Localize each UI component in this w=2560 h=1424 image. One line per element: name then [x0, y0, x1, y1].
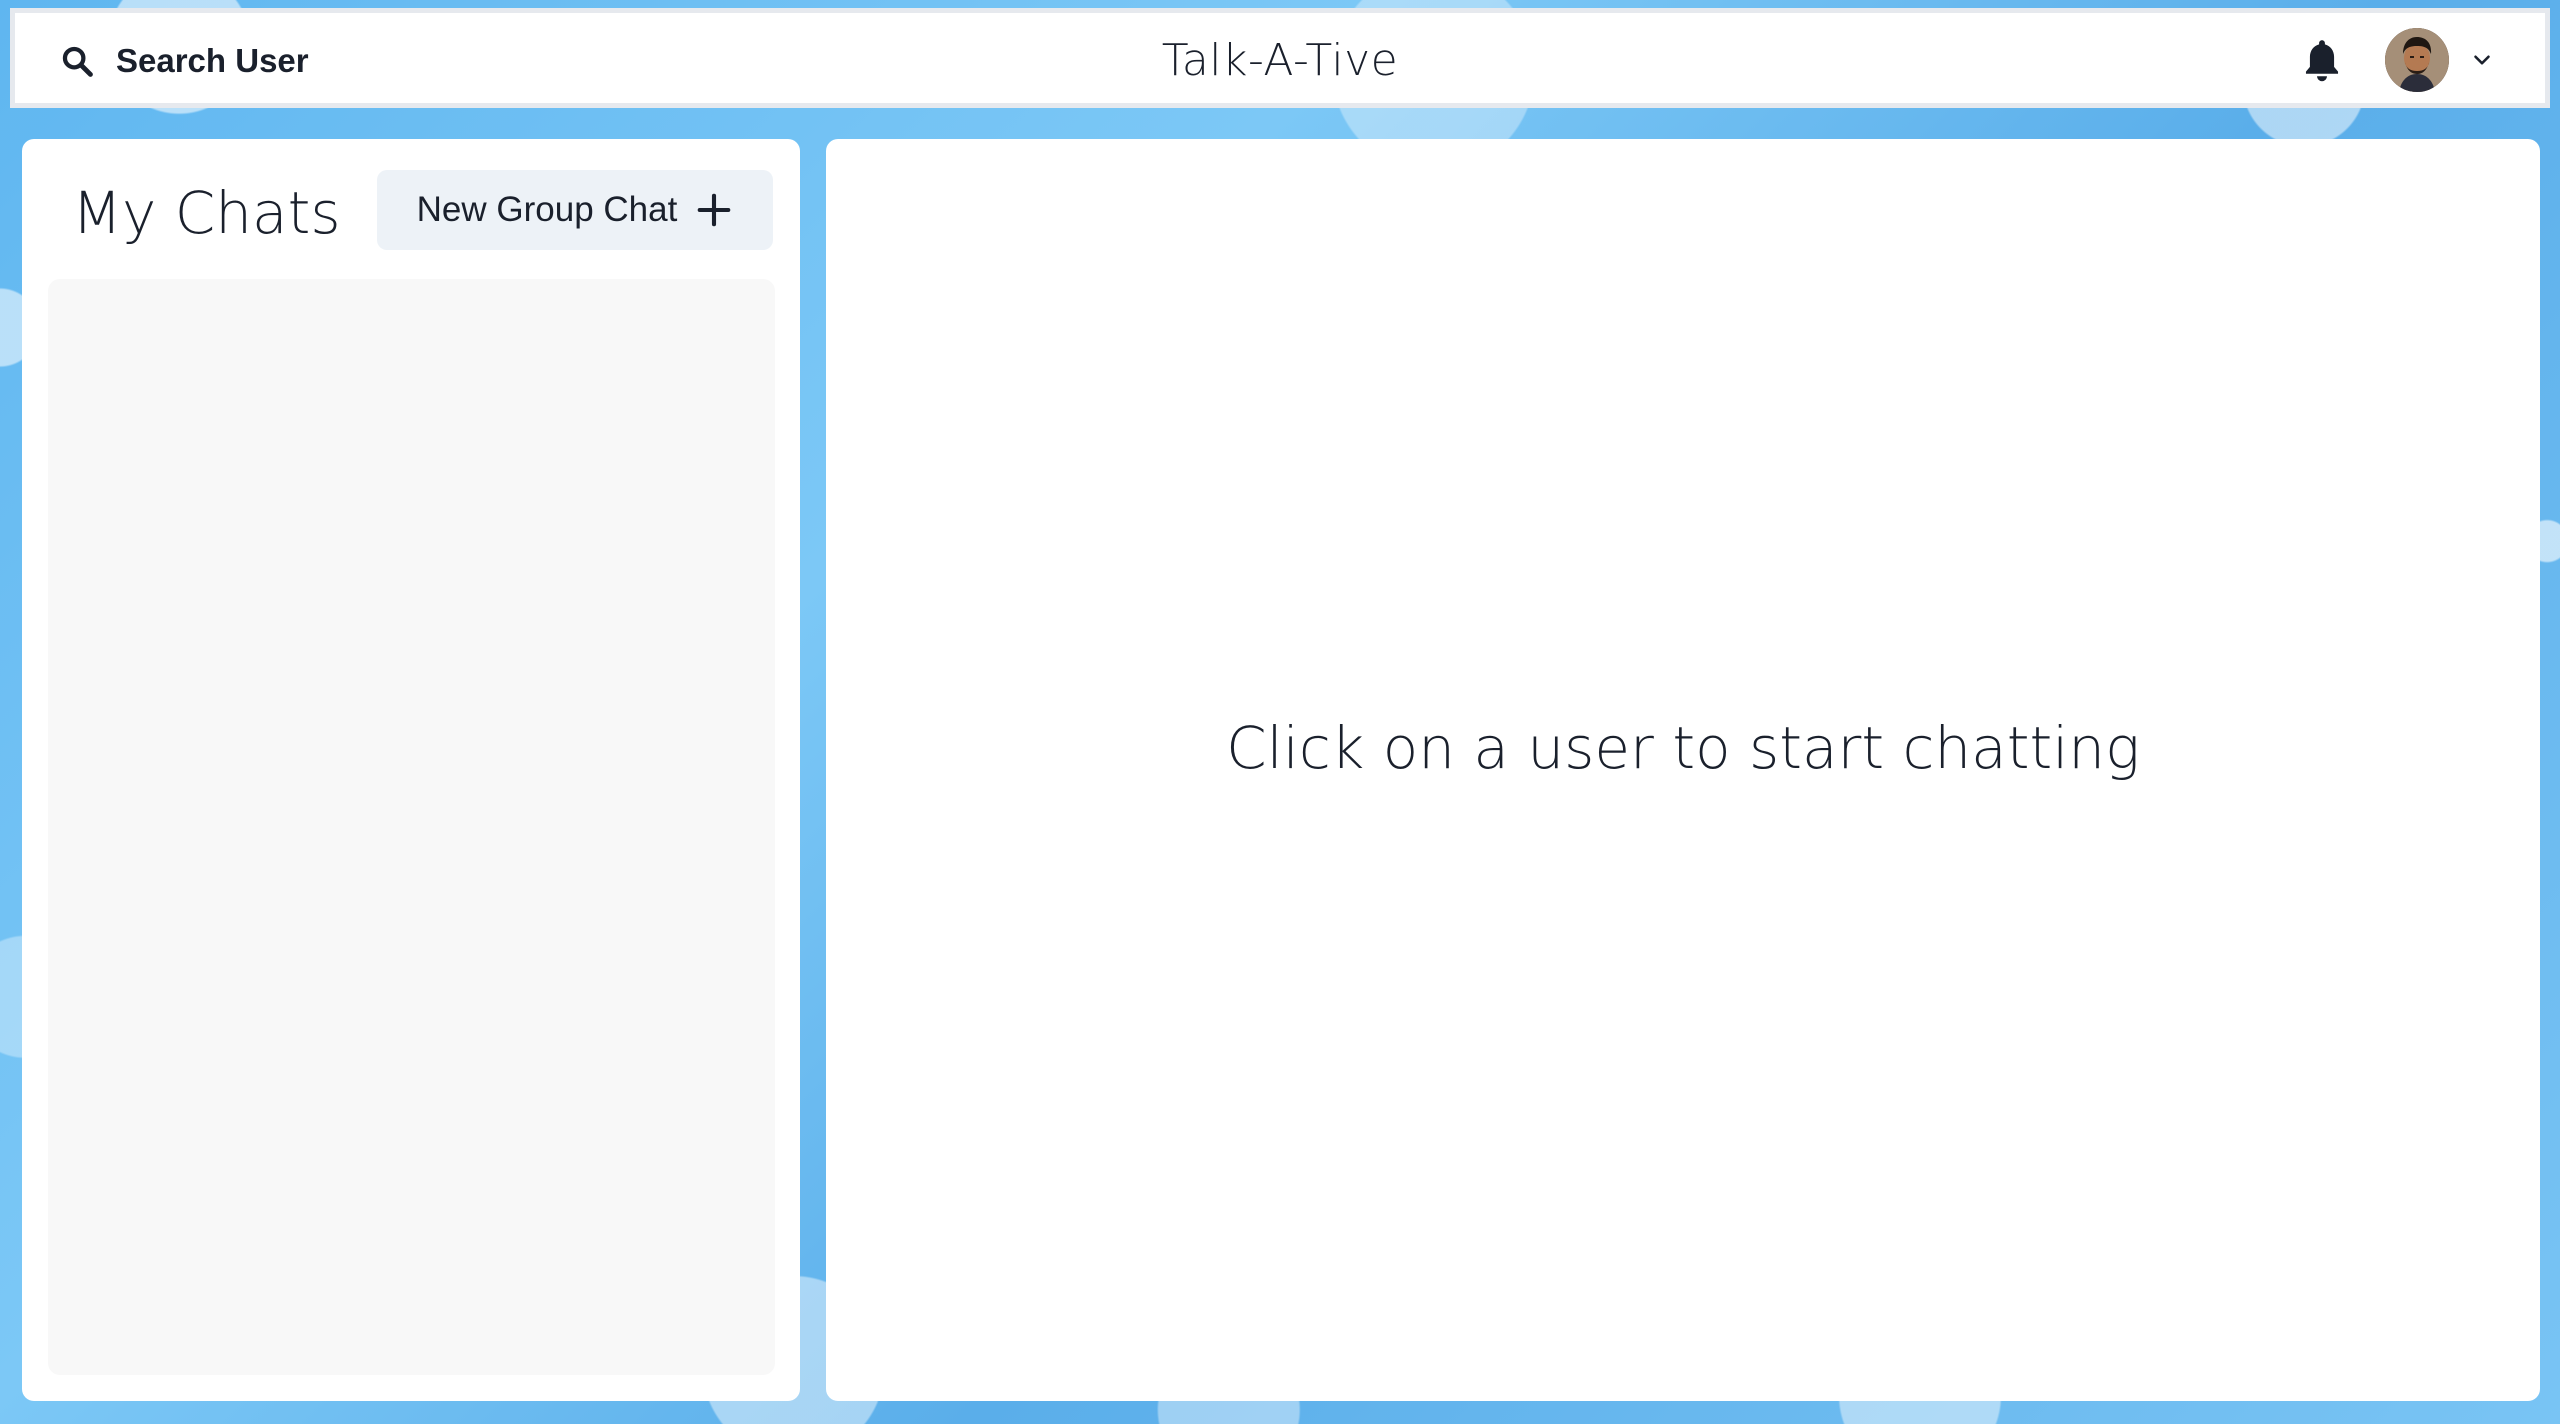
search-user-label: Search User: [116, 42, 309, 79]
profile-menu-button[interactable]: [2385, 28, 2495, 92]
search-user-button[interactable]: Search User: [60, 33, 309, 89]
top-nav-bar: Search User Talk-A-Tive: [10, 8, 2550, 108]
my-chats-panel: My Chats New Group Chat: [22, 139, 800, 1401]
search-icon: [62, 46, 93, 77]
bell-icon[interactable]: [2297, 35, 2347, 85]
avatar: [2385, 28, 2449, 92]
app-title: Talk-A-Tive: [1161, 35, 1399, 86]
chat-list[interactable]: [48, 279, 775, 1375]
chat-placeholder-text: Click on a user to start chatting: [1226, 714, 2140, 782]
my-chats-title: My Chats: [72, 179, 341, 247]
new-group-chat-label: New Group Chat: [416, 190, 678, 229]
new-group-chat-button[interactable]: New Group Chat: [377, 170, 773, 250]
chevron-down-icon: [2474, 55, 2490, 65]
chat-box-panel: Click on a user to start chatting: [826, 139, 2540, 1401]
plus-icon: [698, 193, 731, 227]
